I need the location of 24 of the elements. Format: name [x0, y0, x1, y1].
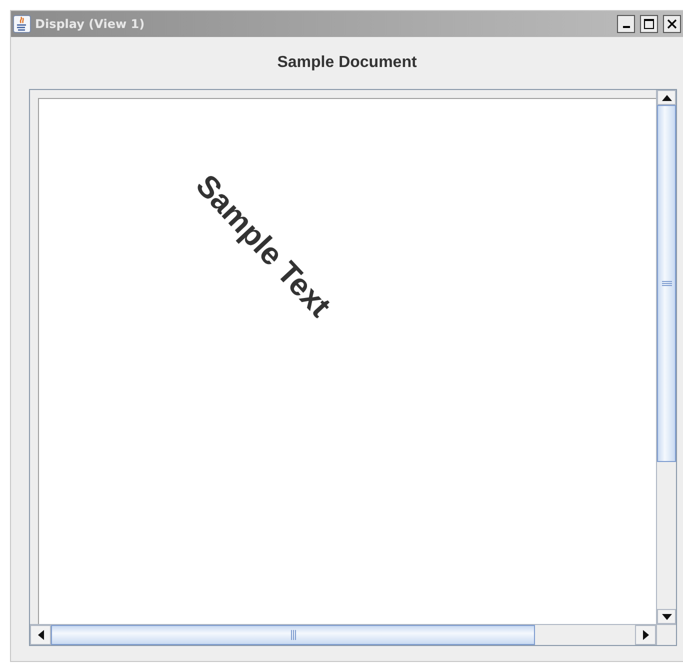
window-title: Display (View 1)	[35, 17, 146, 31]
left-arrow-icon	[38, 630, 44, 640]
down-arrow-icon	[662, 614, 672, 620]
scrollbar-corner	[656, 624, 676, 645]
scroll-up-button[interactable]	[657, 90, 676, 105]
grip-icon	[290, 630, 296, 640]
vertical-scrollbar[interactable]	[656, 90, 676, 624]
close-icon	[667, 19, 677, 29]
maximize-button[interactable]	[640, 15, 658, 33]
minimize-icon	[622, 26, 630, 28]
minimize-button[interactable]	[617, 15, 635, 33]
cup-icon	[13, 15, 31, 33]
scroll-left-button[interactable]	[30, 625, 51, 645]
scroll-down-button[interactable]	[657, 609, 676, 624]
maximize-icon	[644, 19, 654, 29]
scroll-right-button[interactable]	[635, 625, 656, 645]
document-heading: Sample Document	[277, 54, 417, 72]
grip-icon	[662, 281, 672, 286]
horizontal-scrollbar[interactable]	[30, 624, 656, 645]
horizontal-scroll-thumb[interactable]	[51, 625, 535, 645]
close-button[interactable]	[663, 15, 681, 33]
vertical-scroll-thumb[interactable]	[657, 105, 676, 462]
up-arrow-icon	[662, 94, 672, 100]
right-arrow-icon	[642, 630, 648, 640]
